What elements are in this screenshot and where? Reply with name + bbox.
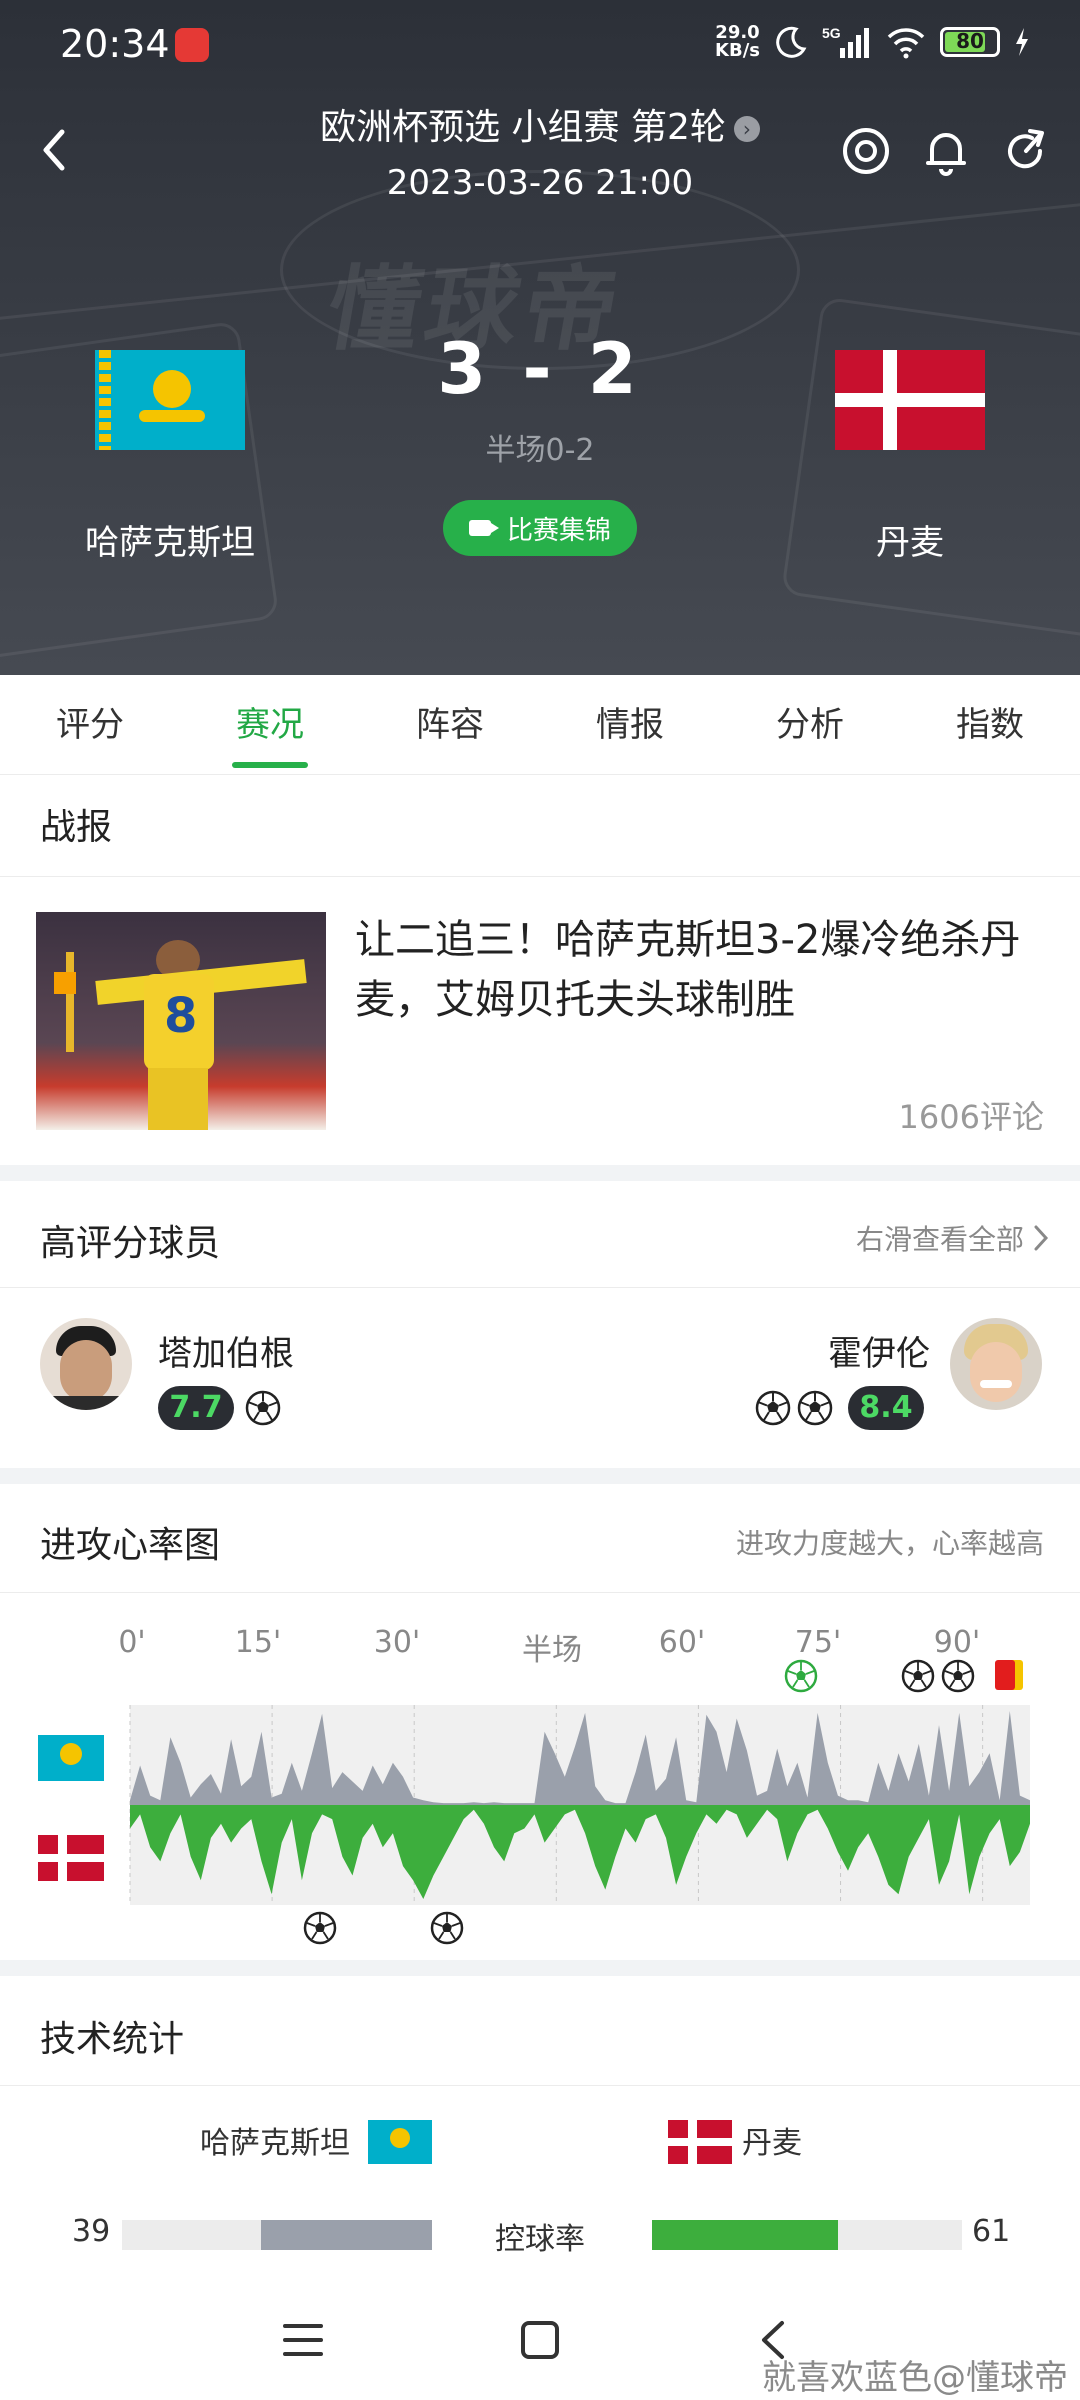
home-player-name[interactable]: 塔加伯根 <box>158 1326 294 1375</box>
tab-2[interactable]: 赛况 <box>180 675 360 774</box>
goal-marker-icon <box>941 1659 975 1693</box>
heartrate-hint: 进攻力度越大，心率越高 <box>735 1527 1044 1560</box>
tab-1[interactable]: 评分 <box>0 675 180 774</box>
stats-home-flag <box>368 2120 432 2164</box>
flag-cloth <box>54 972 76 994</box>
home-player-avatar[interactable] <box>40 1318 132 1410</box>
signal-icon: 5G <box>822 25 869 58</box>
stat-row: 39 控球率 61 <box>0 2210 1080 2260</box>
section-gap <box>0 1960 1080 1976</box>
match-title[interactable]: 欧洲杯预选 小组赛 第2轮 › <box>0 98 1080 150</box>
menu-icon[interactable] <box>283 2322 323 2358</box>
tab-bar: 评分 赛况 阵容 情报 分析 指数 <box>0 675 1080 775</box>
section-gap <box>0 1165 1080 1181</box>
tab-4[interactable]: 情报 <box>540 675 720 774</box>
home-player-rating: 7.7 <box>158 1386 234 1430</box>
charging-icon <box>1016 28 1028 56</box>
chevron-right-icon <box>1034 1225 1049 1251</box>
video-icon <box>468 520 499 536</box>
battery-percent: 80 <box>956 29 984 53</box>
status-icons: 29.0 KB/s 5G 80 <box>715 24 1030 60</box>
stats-away-flag <box>668 2120 732 2164</box>
news-headline[interactable]: 让二追三！哈萨克斯坦3-2爆冷绝杀丹麦，艾姆贝托夫头球制胜 <box>355 910 1045 1030</box>
divider <box>0 1592 1080 1593</box>
battery-icon: 80 <box>940 27 1000 57</box>
wifi-icon <box>887 28 925 59</box>
net-speed-unit: KB/s <box>715 40 760 61</box>
stats-home-team: 哈萨克斯坦 <box>200 2126 350 2161</box>
tab-3[interactable]: 阵容 <box>360 675 540 774</box>
away-player-rating: 8.4 <box>848 1386 924 1430</box>
app-notification-icon <box>175 28 209 62</box>
heartrate-chart <box>129 1659 1030 1945</box>
halftime-score: 半场0-2 <box>485 433 595 468</box>
report-section-title: 战报 <box>40 807 113 848</box>
soccer-ball-icon <box>755 1390 791 1426</box>
chevron-right-icon: › <box>733 116 760 142</box>
heartrate-title: 进攻心率图 <box>40 1525 221 1566</box>
card-marker-icon <box>995 1660 1023 1690</box>
top-players-title: 高评分球员 <box>40 1223 221 1264</box>
credit-watermark: 就喜欢蓝色@懂球帝 <box>762 2358 1068 2398</box>
divider <box>0 2085 1080 2086</box>
stats-away-team: 丹麦 <box>742 2126 802 2161</box>
player-shorts <box>148 1068 208 1130</box>
bell-icon[interactable] <box>920 125 972 177</box>
net-speed: 29.0 KB/s <box>715 24 760 60</box>
share-icon[interactable] <box>1000 125 1052 177</box>
goal-marker-icon <box>303 1911 337 1945</box>
divider <box>0 1287 1080 1288</box>
tab-5[interactable]: 分析 <box>720 675 900 774</box>
see-all-label: 右滑查看全部 <box>855 1223 1024 1256</box>
highlights-button[interactable]: 比赛集锦 <box>443 500 637 556</box>
score: 3 - 2 <box>437 328 643 410</box>
jersey-number: 8 <box>164 988 198 1044</box>
svg-text:5G: 5G <box>822 25 841 41</box>
see-all-link[interactable]: 右滑查看全部 <box>856 1218 1050 1258</box>
home-icon[interactable] <box>520 2320 560 2360</box>
match-header: 懂球帝 20:34 29.0 KB/s 5G 80 欧洲杯预选 小组赛 第2轮 ›… <box>0 0 1080 675</box>
moon-icon <box>776 26 807 58</box>
stat-away-bar <box>652 2220 838 2250</box>
match-title-text: 欧洲杯预选 小组赛 第2轮 <box>320 107 726 148</box>
section-gap <box>0 1468 1080 1484</box>
soccer-ball-icon <box>797 1390 833 1426</box>
stat-away-bar-track <box>652 2220 962 2250</box>
soccer-ball-icon <box>245 1390 281 1426</box>
news-comment-count[interactable]: 1606评论 <box>899 1092 1044 1138</box>
stat-away-value: 61 <box>972 2214 1011 2249</box>
away-player-name[interactable]: 霍伊伦 <box>828 1326 930 1375</box>
goal-marker-icon <box>430 1911 464 1945</box>
corner-flag <box>66 952 74 1052</box>
match-datetime: 2023-03-26 21:00 <box>386 163 694 203</box>
goal-marker-icon <box>901 1659 935 1693</box>
stats-title: 技术统计 <box>40 2019 185 2060</box>
goal-marker-home-icon <box>784 1659 818 1693</box>
target-icon[interactable] <box>840 125 892 177</box>
away-player-avatar[interactable] <box>950 1318 1042 1410</box>
tab-6[interactable]: 指数 <box>900 675 1080 774</box>
highlights-label: 比赛集锦 <box>506 515 611 546</box>
news-thumbnail[interactable]: 8 <box>36 912 326 1130</box>
status-time: 20:34 <box>60 22 170 66</box>
status-bar: 20:34 29.0 KB/s 5G 80 <box>0 0 1080 90</box>
away-team-name[interactable]: 丹麦 <box>780 515 1040 564</box>
home-team-name[interactable]: 哈萨克斯坦 <box>40 515 300 564</box>
divider <box>0 876 1080 877</box>
